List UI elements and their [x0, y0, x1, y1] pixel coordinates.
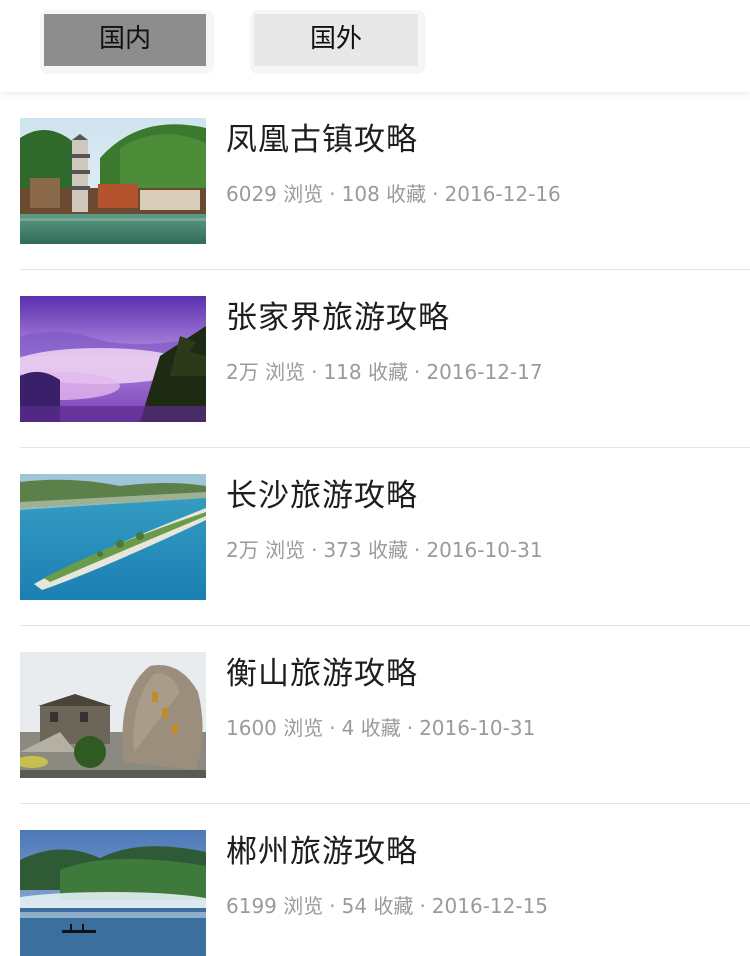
- guide-list: 凤凰古镇攻略 6029 浏览 · 108 收藏 · 2016-12-16 张家界…: [0, 92, 750, 956]
- separator-dot: ·: [329, 716, 336, 740]
- region-tab-bar: 国内 国外: [0, 0, 750, 92]
- separator-dot: ·: [432, 182, 439, 206]
- view-unit: 浏览: [265, 360, 306, 384]
- favorite-unit: 收藏: [373, 894, 414, 918]
- favorite-count: 54: [341, 894, 368, 918]
- favorite-unit: 收藏: [368, 538, 408, 562]
- separator-dot: ·: [414, 538, 421, 562]
- tab-domestic[interactable]: 国内: [40, 10, 214, 74]
- guide-meta: 2万 浏览 · 373 收藏 · 2016-10-31: [226, 534, 543, 563]
- favorite-count: 4: [341, 716, 355, 740]
- chenzhou-misty-lake-photo: [20, 830, 206, 956]
- tab-overseas-label: 国外: [254, 14, 418, 66]
- guide-meta: 6029 浏览 · 108 收藏 · 2016-12-16: [226, 178, 561, 207]
- guide-title: 长沙旅游攻略: [226, 478, 418, 514]
- list-item[interactable]: 张家界旅游攻略 2万 浏览 · 118 收藏 · 2016-12-17: [0, 270, 750, 448]
- favorite-count: 108: [341, 182, 380, 206]
- separator-dot: ·: [414, 360, 421, 384]
- guide-meta: 1600 浏览 · 4 收藏 · 2016-10-31: [226, 712, 535, 741]
- guide-meta: 2万 浏览 · 118 收藏 · 2016-12-17: [226, 356, 543, 385]
- list-item[interactable]: 长沙旅游攻略 2万 浏览 · 373 收藏 · 2016-10-31: [0, 448, 750, 626]
- separator-dot: ·: [311, 538, 318, 562]
- hengshan-rock-photo: [20, 652, 206, 778]
- publish-date: 2016-10-31: [419, 716, 536, 740]
- guide-list-page: 国内 国外 凤凰古镇攻略 6029 浏览 · 108 收藏 · 2016-12-…: [0, 0, 750, 956]
- list-item[interactable]: 凤凰古镇攻略 6029 浏览 · 108 收藏 · 2016-12-16: [0, 92, 750, 270]
- guide-title: 郴州旅游攻略: [226, 834, 418, 870]
- view-count: 6199: [226, 894, 277, 918]
- separator-dot: ·: [406, 716, 414, 740]
- tab-overseas[interactable]: 国外: [250, 10, 426, 74]
- separator-dot: ·: [329, 894, 336, 918]
- changsha-island-photo: [20, 474, 206, 600]
- fenghuang-town-photo: [20, 118, 206, 244]
- view-unit: 浏览: [283, 182, 324, 206]
- guide-title: 张家界旅游攻略: [226, 300, 450, 336]
- favorite-count: 118: [323, 360, 362, 384]
- guide-meta: 6199 浏览 · 54 收藏 · 2016-12-15: [226, 890, 548, 919]
- separator-dot: ·: [419, 894, 426, 918]
- view-count: 2万: [226, 360, 259, 384]
- favorite-count: 373: [323, 538, 362, 562]
- separator-dot: ·: [311, 360, 318, 384]
- favorite-unit: 收藏: [368, 360, 408, 384]
- favorite-unit: 收藏: [360, 716, 401, 740]
- view-unit: 浏览: [265, 538, 306, 562]
- view-unit: 浏览: [283, 894, 324, 918]
- guide-title: 衡山旅游攻略: [226, 656, 418, 692]
- view-count: 1600: [226, 716, 277, 740]
- guide-title: 凤凰古镇攻略: [226, 122, 418, 158]
- publish-date: 2016-10-31: [426, 538, 543, 562]
- publish-date: 2016-12-17: [426, 360, 543, 384]
- view-unit: 浏览: [283, 716, 324, 740]
- publish-date: 2016-12-15: [431, 894, 549, 918]
- favorite-unit: 收藏: [386, 182, 427, 206]
- publish-date: 2016-12-16: [444, 182, 561, 206]
- zhangjiajie-clouds-photo: [20, 296, 206, 422]
- list-item[interactable]: 衡山旅游攻略 1600 浏览 · 4 收藏 · 2016-10-31: [0, 626, 750, 804]
- view-count: 6029: [226, 182, 277, 206]
- view-count: 2万: [226, 538, 259, 562]
- separator-dot: ·: [329, 182, 336, 206]
- tab-domestic-label: 国内: [44, 14, 206, 66]
- list-item[interactable]: 郴州旅游攻略 6199 浏览 · 54 收藏 · 2016-12-15: [0, 804, 750, 956]
